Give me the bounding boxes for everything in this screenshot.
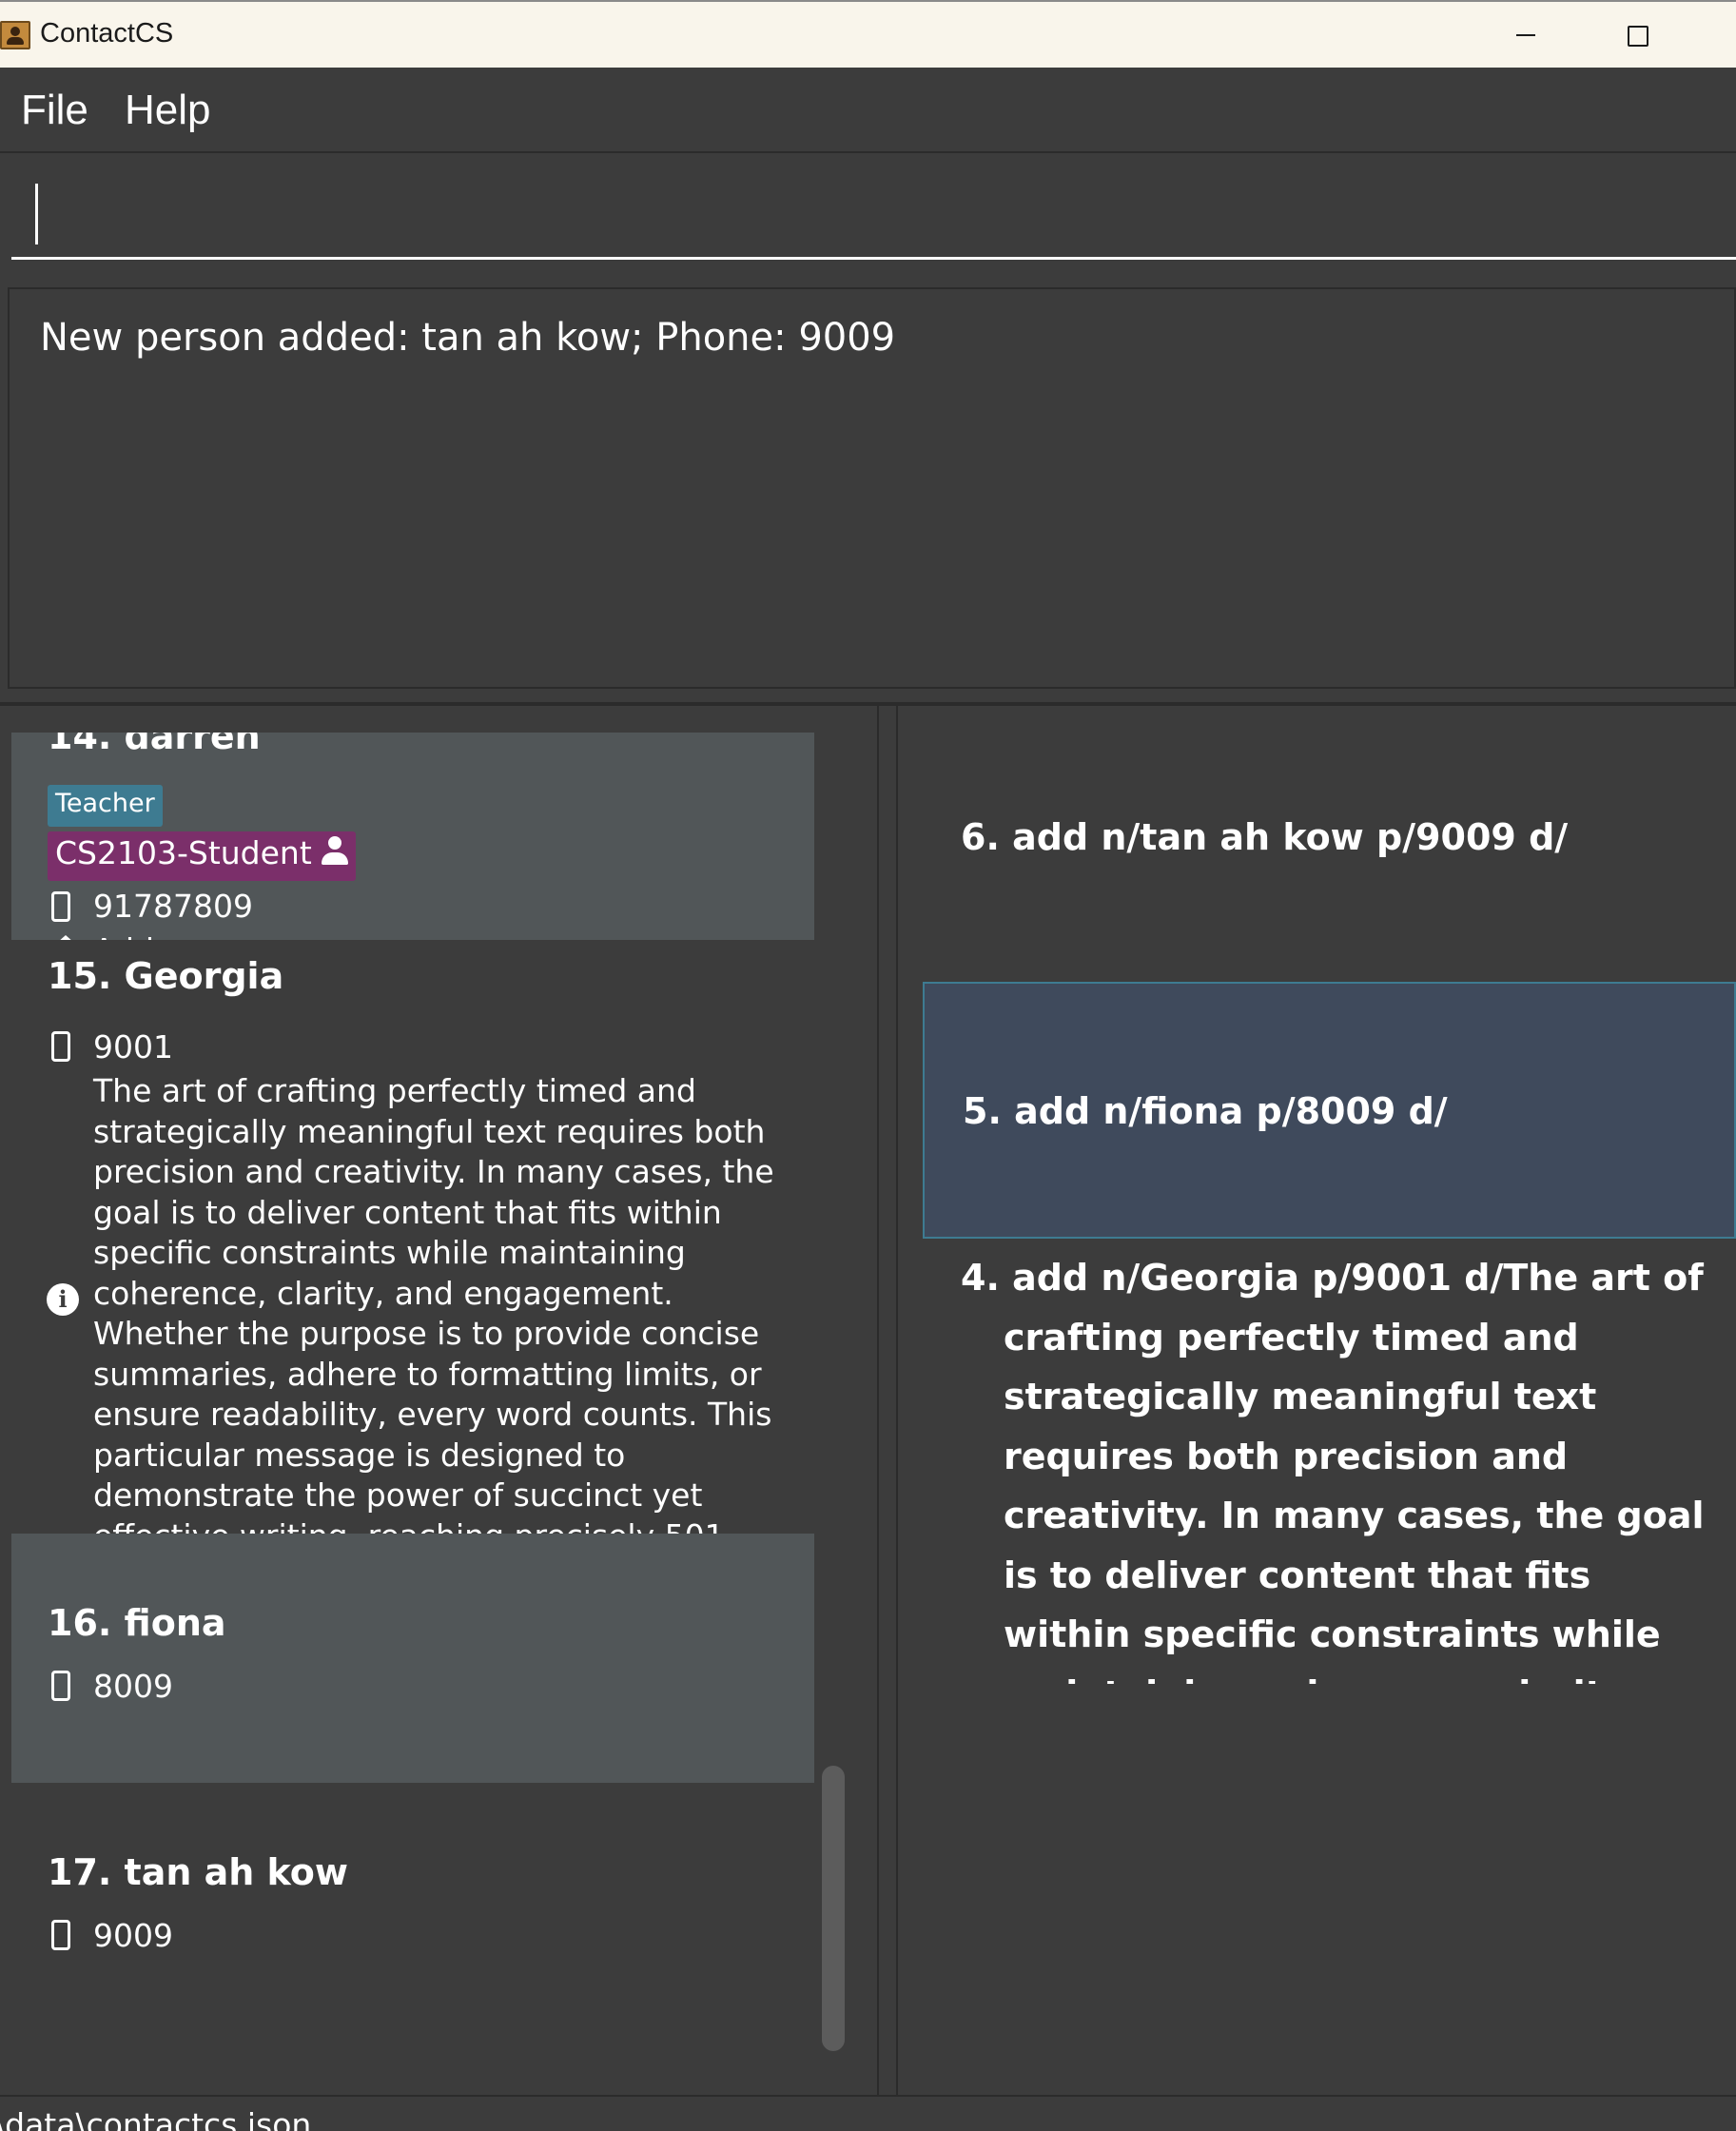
- person-phone: 91787809: [93, 888, 253, 925]
- phone-icon: [51, 1920, 70, 1950]
- menu-help[interactable]: Help: [125, 87, 211, 134]
- history-item-selected[interactable]: 5. add n/fiona p/8009 d/: [923, 982, 1736, 1239]
- result-display[interactable]: New person added: tan ah kow; Phone: 900…: [8, 287, 1736, 689]
- title-bar: ContactCS: [0, 0, 1736, 68]
- person-list-panel: 14. darren Teacher CS2103-Student 917878…: [0, 706, 877, 2095]
- person-list-scrollbar[interactable]: [822, 1766, 845, 2051]
- tag-cs2103-student: CS2103-Student: [48, 831, 356, 881]
- menu-bar: File Help: [0, 68, 1736, 153]
- history-item[interactable]: 6. add n/tan ah kow p/9009 d/: [923, 733, 1736, 982]
- phone-icon: [51, 1671, 70, 1701]
- app-contact-icon: [0, 21, 30, 49]
- history-command: 6. add n/tan ah kow p/9009 d/: [961, 816, 1569, 858]
- vertical-divider[interactable]: [877, 706, 898, 2095]
- menu-file[interactable]: File: [21, 87, 88, 134]
- phone-icon: [51, 891, 70, 922]
- command-history-list[interactable]: 6. add n/tan ah kow p/9009 d/ 5. add n/f…: [923, 733, 1736, 1684]
- tag-label: CS2103-Student: [55, 834, 312, 871]
- person-card[interactable]: 17. tan ah kow 9009: [11, 1783, 814, 2063]
- person-name: 17. tan ah kow: [48, 1851, 349, 1893]
- person-phone: 9009: [93, 1917, 173, 1954]
- person-phone: 9001: [93, 1028, 173, 1066]
- phone-icon: [51, 1031, 70, 1062]
- status-bar: \data\contactcs.json: [0, 2095, 1736, 2131]
- person-icon: [321, 836, 348, 867]
- minimize-button[interactable]: [1493, 13, 1560, 57]
- person-description: The art of crafting perfectly timed and …: [93, 1072, 774, 1594]
- history-command: 5. add n/fiona p/8009 d/: [963, 1090, 1448, 1132]
- text-caret: [35, 184, 38, 244]
- tag-teacher: Teacher: [48, 785, 163, 827]
- command-input[interactable]: [11, 176, 1736, 260]
- person-card[interactable]: 16. fiona 8009: [11, 1534, 814, 1783]
- person-name: 14. darren: [48, 733, 261, 757]
- person-phone: 8009: [93, 1668, 173, 1705]
- history-item[interactable]: 4. add n/Georgia p/9001 d/The art of cra…: [923, 1239, 1736, 1684]
- history-command: 4. add n/Georgia p/9001 d/The art of cra…: [961, 1257, 1705, 1684]
- window-title: ContactCS: [40, 18, 174, 49]
- command-history-panel: 6. add n/tan ah kow p/9009 d/ 5. add n/f…: [898, 706, 1736, 2095]
- command-box: [0, 155, 1736, 274]
- person-name: 15. Georgia: [48, 955, 284, 997]
- maximize-button[interactable]: [1603, 13, 1669, 57]
- info-icon: i: [47, 1283, 79, 1316]
- person-card[interactable]: 14. darren Teacher CS2103-Student 917878…: [11, 733, 814, 968]
- status-file-path: \data\contactcs.json: [0, 2106, 312, 2131]
- person-name: 16. fiona: [48, 1602, 226, 1644]
- result-message: New person added: tan ah kow; Phone: 900…: [40, 316, 896, 360]
- person-card[interactable]: 15. Georgia 9001 i The art of crafting p…: [11, 940, 814, 1594]
- person-list[interactable]: 14. darren Teacher CS2103-Student 917878…: [11, 733, 814, 2063]
